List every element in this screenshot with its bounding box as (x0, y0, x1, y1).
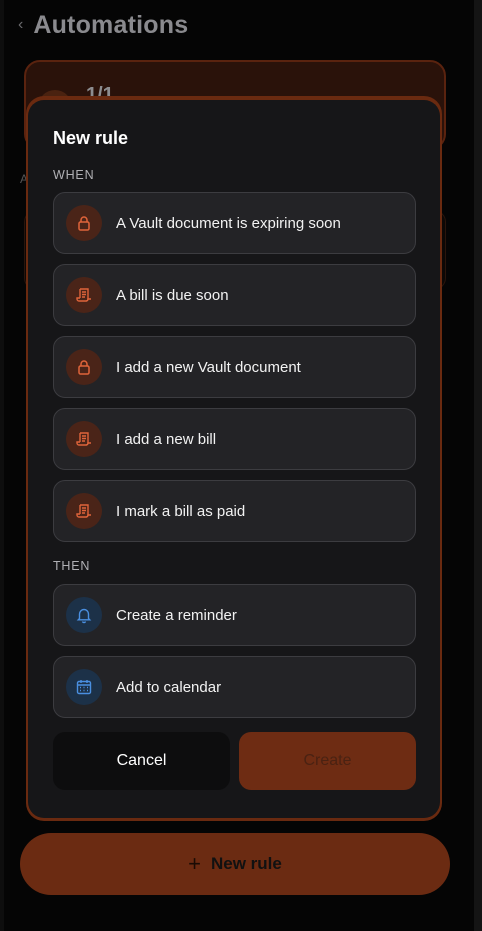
option-label: I mark a bill as paid (116, 502, 246, 520)
calendar-icon (66, 669, 102, 705)
lock-icon (66, 349, 102, 385)
dialog-title: New rule (53, 128, 129, 148)
new-rule-fab[interactable]: + New rule (20, 833, 450, 895)
lock-icon (66, 205, 102, 241)
receipt-icon (66, 421, 102, 457)
trigger-new-vault-document[interactable]: I add a new Vault document (53, 336, 416, 398)
fab-label: New rule (211, 854, 282, 873)
action-create-reminder[interactable]: Create a reminder (53, 584, 416, 646)
trigger-bill-paid[interactable]: I mark a bill as paid (53, 480, 416, 542)
then-section-label: THEN (53, 559, 91, 573)
option-label: A Vault document is expiring soon (116, 214, 341, 232)
option-label: A bill is due soon (116, 286, 229, 304)
receipt-icon (66, 277, 102, 313)
automations-screen: ‹ Automations 1/1 A + New rule New rule … (0, 0, 482, 931)
receipt-icon (66, 493, 102, 529)
page-title: Automations (33, 10, 189, 39)
create-button[interactable]: Create (239, 732, 416, 790)
bell-icon (66, 597, 102, 633)
option-label: Create a reminder (116, 606, 237, 624)
when-section-label: WHEN (53, 168, 95, 182)
action-add-to-calendar[interactable]: Add to calendar (53, 656, 416, 718)
cancel-button[interactable]: Cancel (53, 732, 230, 790)
option-label: I add a new bill (116, 430, 217, 448)
page-header: ‹ Automations (18, 8, 188, 42)
trigger-vault-expiring[interactable]: A Vault document is expiring soon (53, 192, 416, 254)
trigger-bill-due[interactable]: A bill is due soon (53, 264, 416, 326)
back-icon[interactable]: ‹ (18, 16, 23, 34)
new-rule-dialog: New rule WHEN A Vault document is expiri… (28, 100, 440, 818)
right-edge (474, 0, 482, 931)
plus-icon: + (188, 851, 201, 876)
option-label: I add a new Vault document (116, 358, 301, 376)
option-label: Add to calendar (116, 678, 222, 696)
left-edge (0, 0, 4, 931)
trigger-new-bill[interactable]: I add a new bill (53, 408, 416, 470)
